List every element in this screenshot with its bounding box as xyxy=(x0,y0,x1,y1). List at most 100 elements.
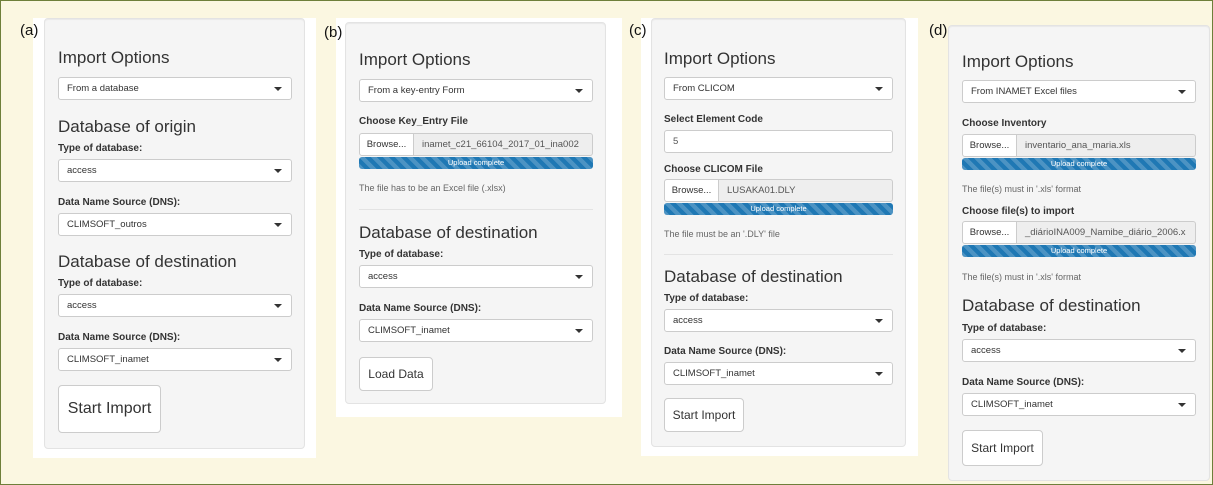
import-source-value: From CLICOM xyxy=(673,83,735,94)
caret-down-icon xyxy=(274,223,282,227)
inventory-label: Choose Inventory xyxy=(962,118,1047,129)
dest-type-select[interactable]: access xyxy=(664,309,893,332)
dest-dns-value: CLIMSOFT_inamet xyxy=(368,325,450,336)
start-import-button[interactable]: Start Import xyxy=(58,385,161,433)
upload-progress-bar: Upload complete xyxy=(664,203,893,215)
origin-heading: Database of origin xyxy=(58,117,196,136)
dest-type-label: Type of database: xyxy=(58,278,143,289)
origin-dns-select[interactable]: CLIMSOFT_outros xyxy=(58,213,292,236)
file-name-field: _diárioINA009_Namibe_diário_2006.x xyxy=(1017,221,1196,244)
panel-c: Import Options From CLICOM Select Elemen… xyxy=(651,18,906,447)
key-entry-file-label: Choose Key_Entry File xyxy=(359,116,468,127)
dest-dns-select[interactable]: CLIMSOFT_inamet xyxy=(58,348,292,371)
panel-b: Import Options From a key-entry Form Cho… xyxy=(345,22,606,404)
file-format-note: The file has to be an Excel file (.xlsx) xyxy=(359,183,506,193)
dest-dns-value: CLIMSOFT_inamet xyxy=(67,354,149,365)
import-options-heading: Import Options xyxy=(962,52,1074,71)
caret-down-icon xyxy=(274,304,282,308)
dest-type-value: access xyxy=(673,315,703,326)
clicom-file-label: Choose CLICOM File xyxy=(664,164,763,175)
dest-type-select[interactable]: access xyxy=(58,294,292,317)
file-format-note: The file must be an '.DLY' file xyxy=(664,229,780,239)
caret-down-icon xyxy=(274,358,282,362)
import-source-value: From INAMET Excel files xyxy=(971,86,1077,97)
import-options-heading: Import Options xyxy=(664,49,776,68)
import-options-heading: Import Options xyxy=(359,50,471,69)
import-source-value: From a key-entry Form xyxy=(368,85,465,96)
dest-dns-label: Data Name Source (DNS): xyxy=(58,332,181,343)
dest-dns-label: Data Name Source (DNS): xyxy=(962,377,1085,388)
caret-down-icon xyxy=(575,275,583,279)
files-to-import-label: Choose file(s) to import xyxy=(962,206,1075,217)
caret-down-icon xyxy=(1178,403,1186,407)
import-source-select[interactable]: From a database xyxy=(58,77,292,100)
import-source-select[interactable]: From a key-entry Form xyxy=(359,79,593,102)
start-import-button[interactable]: Start Import xyxy=(962,430,1043,466)
panel-a-label: (a) xyxy=(20,22,39,39)
divider xyxy=(664,254,893,255)
start-import-button[interactable]: Start Import xyxy=(664,398,744,432)
dest-dns-label: Data Name Source (DNS): xyxy=(664,346,787,357)
import-source-select[interactable]: From CLICOM xyxy=(664,77,893,100)
import-source-value: From a database xyxy=(67,83,139,94)
caret-down-icon xyxy=(1178,90,1186,94)
caret-down-icon xyxy=(274,169,282,173)
origin-dns-label: Data Name Source (DNS): xyxy=(58,197,181,208)
file-name-field: LUSAKA01.DLY xyxy=(719,179,893,202)
inventory-file-input: Browse... inventario_ana_maria.xls Uploa… xyxy=(962,134,1196,170)
file-format-note: The file(s) must in '.xls' format xyxy=(962,184,1081,194)
dest-type-label: Type of database: xyxy=(962,323,1047,334)
file-name-field: inventario_ana_maria.xls xyxy=(1017,134,1196,157)
origin-type-select[interactable]: access xyxy=(58,159,292,182)
upload-progress-bar: Upload complete xyxy=(962,158,1196,170)
upload-progress-bar: Upload complete xyxy=(962,245,1196,257)
destination-heading: Database of destination xyxy=(664,267,843,286)
origin-type-value: access xyxy=(67,165,97,176)
panel-b-label: (b) xyxy=(324,24,343,41)
dest-type-label: Type of database: xyxy=(664,293,749,304)
browse-button[interactable]: Browse... xyxy=(664,179,719,202)
panel-c-label: (c) xyxy=(629,22,647,39)
load-data-button[interactable]: Load Data xyxy=(359,357,433,391)
caret-down-icon xyxy=(875,372,883,376)
caret-down-icon xyxy=(575,89,583,93)
dest-dns-select[interactable]: CLIMSOFT_inamet xyxy=(664,362,893,385)
dest-type-value: access xyxy=(67,300,97,311)
caret-down-icon xyxy=(1178,349,1186,353)
element-code-input[interactable]: 5 xyxy=(664,130,893,153)
dest-type-label: Type of database: xyxy=(359,249,444,260)
file-format-note: The file(s) must in '.xls' format xyxy=(962,272,1081,282)
key-entry-file-input: Browse... inamet_c21_66104_2017_01_ina00… xyxy=(359,133,593,169)
browse-button[interactable]: Browse... xyxy=(962,134,1017,157)
panel-d: Import Options From INAMET Excel files C… xyxy=(948,25,1210,481)
caret-down-icon xyxy=(274,87,282,91)
import-source-select[interactable]: From INAMET Excel files xyxy=(962,80,1196,103)
upload-progress-bar: Upload complete xyxy=(359,157,593,169)
dest-dns-value: CLIMSOFT_inamet xyxy=(971,399,1053,410)
origin-type-label: Type of database: xyxy=(58,143,143,154)
origin-dns-value: CLIMSOFT_outros xyxy=(67,219,147,230)
panel-a: Import Options From a database Database … xyxy=(44,18,305,449)
clicom-file-input: Browse... LUSAKA01.DLY Upload complete xyxy=(664,179,893,215)
dest-dns-label: Data Name Source (DNS): xyxy=(359,303,482,314)
destination-heading: Database of destination xyxy=(359,223,538,242)
destination-heading: Database of destination xyxy=(962,296,1141,315)
dest-dns-select[interactable]: CLIMSOFT_inamet xyxy=(359,319,593,342)
dest-type-select[interactable]: access xyxy=(359,265,593,288)
dest-type-value: access xyxy=(971,345,1001,356)
divider xyxy=(359,209,593,210)
file-name-field: inamet_c21_66104_2017_01_ina002 xyxy=(414,133,593,156)
import-options-heading: Import Options xyxy=(58,48,170,67)
dest-type-select[interactable]: access xyxy=(962,339,1196,362)
panel-d-label: (d) xyxy=(929,22,948,39)
dest-type-value: access xyxy=(368,271,398,282)
import-files-input: Browse... _diárioINA009_Namibe_diário_20… xyxy=(962,221,1196,257)
dest-dns-value: CLIMSOFT_inamet xyxy=(673,368,755,379)
dest-dns-select[interactable]: CLIMSOFT_inamet xyxy=(962,393,1196,416)
browse-button[interactable]: Browse... xyxy=(359,133,414,156)
browse-button[interactable]: Browse... xyxy=(962,221,1017,244)
caret-down-icon xyxy=(875,87,883,91)
caret-down-icon xyxy=(575,329,583,333)
element-code-label: Select Element Code xyxy=(664,114,763,125)
caret-down-icon xyxy=(875,319,883,323)
